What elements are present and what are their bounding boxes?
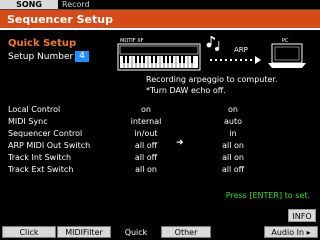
change-arrow-icon: ➜ bbox=[176, 138, 184, 148]
audio-in-button[interactable]: Audio In ▸ bbox=[264, 226, 318, 238]
recording-line-2: *Turn DAW echo off. bbox=[146, 86, 226, 95]
setting-current-value: in/out bbox=[134, 129, 158, 138]
setting-new-value: all on bbox=[222, 153, 244, 162]
setting-label: MIDI Sync bbox=[8, 117, 48, 126]
setting-label: Local Control bbox=[8, 105, 61, 114]
pc-label: PC bbox=[282, 38, 289, 44]
press-enter-hint: Press [ENTER] to set. bbox=[225, 191, 310, 200]
audio-in-label: Audio In bbox=[271, 228, 305, 237]
setting-row-local-control: Local Control on on bbox=[8, 104, 308, 116]
setup-number-label: Setup Number bbox=[8, 52, 74, 62]
setting-row-track-int-switch: Track Int Switch all off all on bbox=[8, 152, 308, 164]
arp-label: ARP bbox=[234, 46, 248, 54]
recording-info: Recording arpeggio to computer. *Turn DA… bbox=[146, 74, 278, 96]
setting-current-value: all off bbox=[134, 153, 158, 162]
tab-other[interactable]: Other bbox=[161, 226, 211, 238]
setting-current-value: internal bbox=[130, 117, 162, 126]
setting-new-value: all off bbox=[221, 165, 245, 174]
quick-setup-heading: Quick Setup bbox=[8, 38, 77, 49]
tab-quick[interactable]: Quick bbox=[112, 226, 160, 238]
recording-line-1: Recording arpeggio to computer. bbox=[146, 75, 278, 84]
setting-current-value: on bbox=[141, 105, 151, 114]
setting-new-value: in bbox=[229, 129, 237, 138]
setting-label: Track Ext Switch bbox=[8, 165, 74, 174]
settings-list: Local Control on on MIDI Sync internal a… bbox=[8, 104, 308, 176]
setting-row-midi-sync: MIDI Sync internal auto bbox=[8, 116, 308, 128]
setting-label: Track Int Switch bbox=[8, 153, 72, 162]
setting-new-value: auto bbox=[223, 117, 242, 126]
setting-row-sequencer-control: Sequencer Control in/out in bbox=[8, 128, 308, 140]
music-note-icon bbox=[206, 36, 220, 51]
title-divider bbox=[0, 28, 320, 30]
setting-row-arp-midi-out-switch: ARP MIDI Out Switch all off all on bbox=[8, 140, 308, 152]
synth-keyboard-icon bbox=[117, 43, 201, 71]
setting-label: ARP MIDI Out Switch bbox=[8, 141, 91, 150]
info-button[interactable]: INFO bbox=[288, 209, 316, 222]
setting-current-value: all off bbox=[134, 141, 158, 150]
synth-label: MOTIF XF bbox=[120, 38, 144, 44]
page-title: Sequencer Setup bbox=[7, 13, 113, 26]
tab-midifilter[interactable]: MIDIFilter bbox=[57, 226, 111, 238]
laptop-icon bbox=[268, 43, 306, 68]
setting-current-value: all on bbox=[135, 165, 157, 174]
tab-click[interactable]: Click bbox=[2, 226, 56, 238]
setting-label: Sequencer Control bbox=[8, 129, 83, 138]
dotted-arrow-icon bbox=[210, 56, 261, 64]
setup-number-field[interactable]: 4 bbox=[75, 51, 89, 62]
setting-new-value: all on bbox=[222, 141, 244, 150]
title-bar: Sequencer Setup bbox=[0, 10, 320, 28]
arrow-right-icon: ▸ bbox=[306, 228, 311, 237]
setting-row-track-ext-switch: Track Ext Switch all on all off bbox=[8, 164, 308, 176]
setting-new-value: on bbox=[228, 105, 238, 114]
